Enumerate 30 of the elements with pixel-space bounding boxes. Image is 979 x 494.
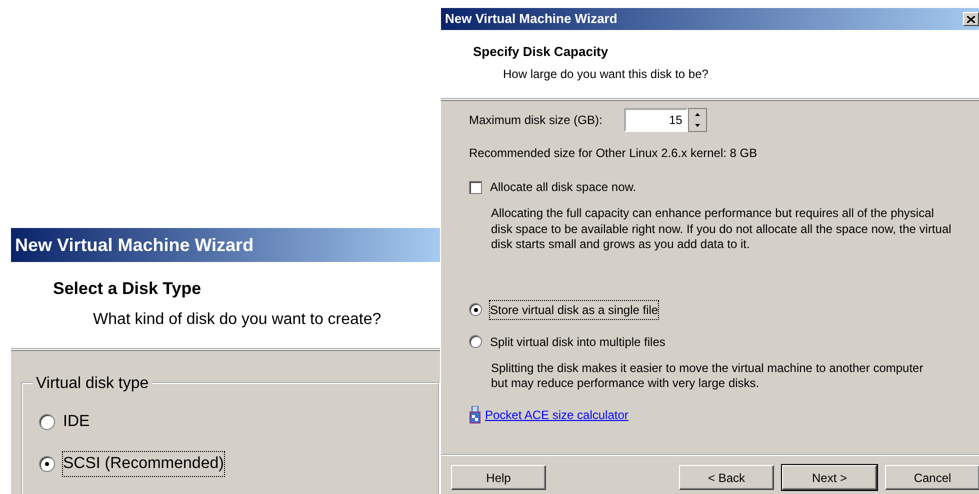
calculator-link[interactable]: Pocket ACE size calculator bbox=[485, 406, 628, 424]
close-icon bbox=[967, 16, 975, 22]
wizard-button[interactable]: Cancel bbox=[885, 465, 979, 490]
radio-button[interactable] bbox=[39, 414, 55, 430]
option-label: Split virtual disk into multiple files bbox=[490, 334, 666, 351]
window-title: New Virtual Machine Wizard bbox=[15, 234, 254, 256]
close-button[interactable] bbox=[963, 12, 979, 26]
number-field[interactable]: 15 bbox=[624, 108, 688, 132]
page-subheading: What kind of disk do you want to create? bbox=[93, 310, 382, 330]
checkbox-label: Allocate all disk space now. bbox=[490, 179, 636, 196]
option-label: IDE bbox=[63, 412, 90, 432]
wizard-button[interactable]: Help bbox=[451, 465, 546, 490]
wizard-button[interactable]: Next > bbox=[782, 465, 877, 490]
option-label: Store virtual disk as a single file bbox=[490, 300, 658, 319]
recommendation-text: Recommended size for Other Linux 2.6.x kernel: 8 GB bbox=[469, 145, 758, 162]
radio-button[interactable] bbox=[469, 335, 482, 348]
field-label: Maximum disk size (GB): bbox=[469, 112, 602, 129]
option-label: SCSI (Recommended) bbox=[63, 452, 224, 476]
description-text: Splitting the disk makes it easier to move the virtual machine to another computer but may reduce performance with very large disks. bbox=[491, 360, 924, 392]
wizard-button[interactable]: < Back bbox=[679, 465, 774, 490]
description-text: Allocating the full capacity can enhance performance but requires all of the physical disk space to be available right now. If you do not allocate all the space now, the virtual disk starts small and grows as you add data to it. bbox=[491, 206, 952, 253]
usb-drive-icon bbox=[469, 406, 481, 424]
checkbox[interactable] bbox=[469, 180, 482, 194]
window-title: New Virtual Machine Wizard bbox=[445, 10, 618, 28]
spin-buttons[interactable] bbox=[688, 108, 708, 132]
page-heading: Specify Disk Capacity bbox=[473, 43, 610, 61]
radio-button[interactable] bbox=[469, 303, 482, 316]
radio-button[interactable] bbox=[39, 456, 55, 472]
page-heading: Select a Disk Type bbox=[53, 278, 202, 300]
page-subheading: How large do you want this disk to be? bbox=[503, 66, 710, 82]
